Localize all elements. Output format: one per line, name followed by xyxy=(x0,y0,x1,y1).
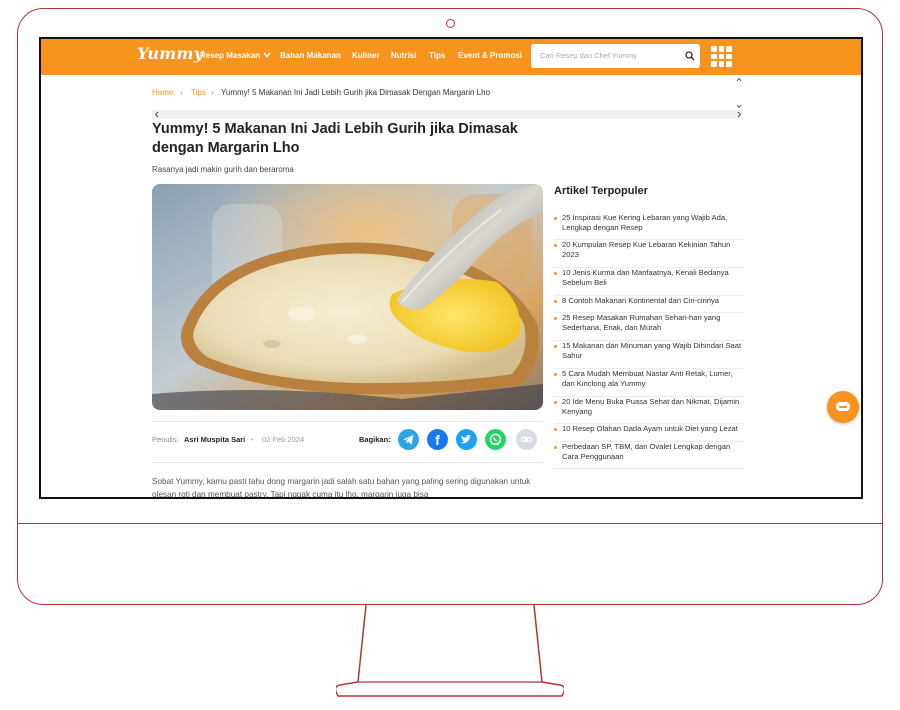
scroll-left-icon[interactable] xyxy=(154,111,160,118)
bullet-icon xyxy=(554,244,557,247)
meta-divider-bottom xyxy=(152,462,543,463)
whatsapp-icon xyxy=(489,433,502,446)
nav-resep-masakan[interactable]: Resep Masakan xyxy=(200,51,271,60)
breadcrumb-separator: › xyxy=(180,88,183,97)
browser-screen: Yummy Resep Masakan Bahan Makanan Kuline… xyxy=(39,37,863,499)
twitter-icon xyxy=(461,434,472,444)
search-icon[interactable] xyxy=(685,51,695,61)
popular-article-item[interactable]: 5 Cara Mudah Membuat Nastar Anti Retak, … xyxy=(554,369,744,397)
publish-date: 02 Feb 2024 xyxy=(262,435,305,444)
telegram-share-button[interactable] xyxy=(398,429,419,450)
article-hero-image xyxy=(152,184,543,410)
link-icon xyxy=(520,436,533,443)
article-subtitle: Rasanya jadi makin gurih dan beraroma xyxy=(152,165,294,174)
breadcrumb-home[interactable]: Home xyxy=(152,88,173,97)
author-name[interactable]: Asri Muspita Sari xyxy=(184,435,245,444)
nav-bahan-makanan[interactable]: Bahan Makanan xyxy=(280,51,341,60)
breadcrumb-tips[interactable]: Tips xyxy=(191,88,206,97)
yummy-logo[interactable]: Yummy xyxy=(137,44,203,63)
whatsapp-share-button[interactable] xyxy=(485,429,506,450)
popular-article-item[interactable]: 8 Contoh Makanan Kontinental dan Ciri-ci… xyxy=(554,296,744,313)
svg-text:f: f xyxy=(435,432,440,448)
monitor-stand xyxy=(336,604,564,697)
author-label: Penulis: xyxy=(152,435,179,444)
popular-article-item[interactable]: 20 Ide Menu Buka Puasa Sehat dan Nikmat,… xyxy=(554,397,744,424)
facebook-icon: f xyxy=(435,432,440,448)
article-title: Yummy! 5 Makanan Ini Jadi Lebih Gurih ji… xyxy=(152,121,518,156)
bullet-icon xyxy=(554,446,557,449)
article-body: Sobat Yummy, kamu pasti tahu dong margar… xyxy=(152,477,531,499)
popular-article-item[interactable]: 10 Jenis Kurma dan Manfaatnya, Kenali Be… xyxy=(554,268,744,296)
bullet-icon xyxy=(554,217,557,220)
site-header: Yummy Resep Masakan Bahan Makanan Kuline… xyxy=(41,39,861,75)
breadcrumb-horizontal-scrollbar[interactable] xyxy=(152,110,743,119)
bullet-icon xyxy=(554,272,557,275)
popular-article-item[interactable]: 25 Resep Masakan Rumahan Sehari-hari yan… xyxy=(554,313,744,341)
twitter-share-button[interactable] xyxy=(456,429,477,450)
bullet-icon xyxy=(554,373,557,376)
breadcrumb-current: Yummy! 5 Makanan Ini Jadi Lebih Gurih ji… xyxy=(221,88,491,97)
bullet-icon xyxy=(554,428,557,431)
popular-article-item[interactable]: 20 Kumpulan Resep Kue Lebaran Kekinian T… xyxy=(554,240,744,268)
popular-article-item[interactable]: Perbedaan SP, TBM, dan Ovalet Lengkap de… xyxy=(554,442,744,469)
bullet-icon xyxy=(554,345,557,348)
search-placeholder: Cari Resep dan Chef Yummy xyxy=(540,51,637,60)
share-label: Bagikan: xyxy=(359,435,391,444)
scroll-right-icon[interactable] xyxy=(736,111,742,118)
meta-dot: • xyxy=(251,435,254,444)
app-grid-icon[interactable] xyxy=(711,46,732,67)
breadcrumb-vertical-scrollbar[interactable] xyxy=(735,76,743,110)
telegram-icon xyxy=(403,435,414,445)
chat-icon xyxy=(836,402,850,411)
popular-article-item[interactable]: 25 Inspirasi Kue Kering Lebaran yang Waj… xyxy=(554,213,744,240)
facebook-share-button[interactable]: f xyxy=(427,429,448,450)
bullet-icon xyxy=(554,317,557,320)
search-input[interactable]: Cari Resep dan Chef Yummy xyxy=(531,44,700,68)
breadcrumb-separator: › xyxy=(211,88,214,97)
nav-nutrisi[interactable]: Nutrisi xyxy=(391,51,416,60)
nav-event-promosi[interactable]: Event & Promosi xyxy=(458,51,522,60)
webcam-icon xyxy=(446,19,455,28)
bullet-icon xyxy=(554,300,557,303)
popular-article-item[interactable]: 10 Resep Olahan Dada Ayam untuk Diet yan… xyxy=(554,424,744,442)
nav-kuliner[interactable]: Kuliner xyxy=(352,51,380,60)
monitor-chin-divider xyxy=(17,523,883,524)
copy-link-button[interactable] xyxy=(516,429,537,450)
meta-divider-top xyxy=(152,421,543,422)
nav-tips[interactable]: Tips xyxy=(429,51,445,60)
popular-article-item[interactable]: 15 Makanan dan Minuman yang Wajib Dihind… xyxy=(554,341,744,369)
chat-button[interactable] xyxy=(827,391,859,423)
chevron-down-icon xyxy=(263,52,271,58)
bullet-icon xyxy=(554,401,557,404)
popular-articles-title: Artikel Terpopuler xyxy=(554,185,648,197)
